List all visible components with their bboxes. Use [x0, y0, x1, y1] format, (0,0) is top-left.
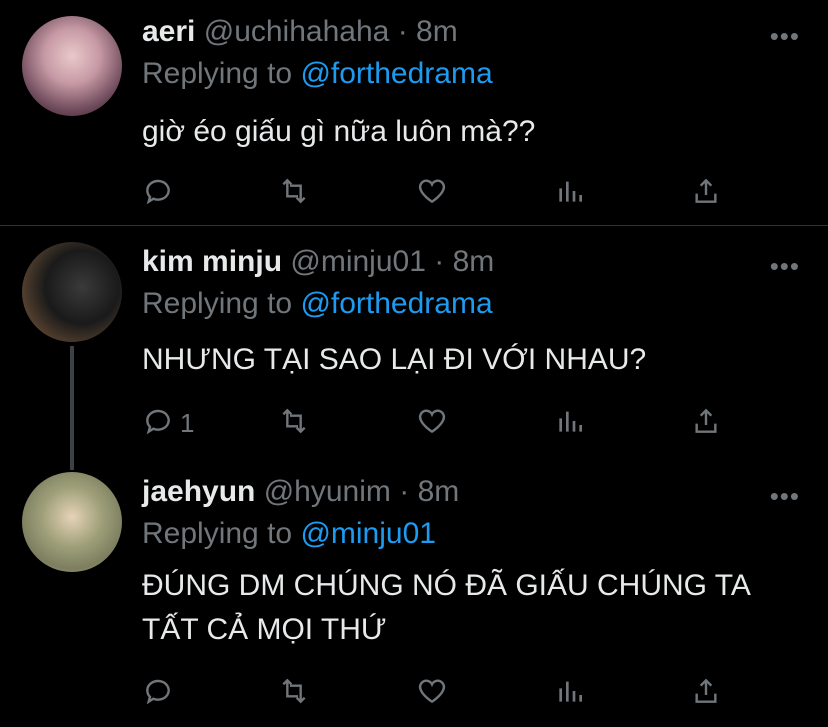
like-icon [416, 675, 448, 712]
reply-button[interactable] [142, 176, 180, 210]
tweet-2[interactable]: kim minju @minju01 · 8m ••• Replying to … [0, 226, 828, 456]
handle[interactable]: @minju01 [290, 245, 426, 278]
reply-button[interactable]: 1 [142, 406, 194, 440]
like-button[interactable] [416, 176, 448, 210]
replying-to: Replying to @forthedrama [142, 56, 493, 92]
more-options-icon[interactable]: ••• [770, 253, 800, 279]
share-button[interactable] [690, 406, 722, 440]
share-icon [690, 675, 722, 712]
share-button[interactable] [690, 176, 722, 210]
avatar[interactable] [22, 242, 122, 342]
tweet-text: NHƯNG TẠI SAO LẠI ĐI VỚI NHAU? [142, 343, 647, 376]
share-icon [690, 405, 722, 442]
retweet-button[interactable] [278, 176, 310, 210]
tweet-header: kim minju @minju01 · 8m [142, 244, 494, 280]
retweet-button[interactable] [278, 676, 310, 710]
separator: · [399, 475, 410, 508]
mention-link[interactable]: @forthedrama [300, 287, 492, 320]
reply-button[interactable] [142, 676, 180, 710]
handle[interactable]: @hyunim [264, 475, 391, 508]
reply-icon [142, 675, 174, 712]
timestamp[interactable]: 8m [453, 245, 495, 278]
display-name[interactable]: jaehyun [142, 475, 255, 508]
reply-count: 1 [180, 407, 195, 438]
display-name[interactable]: aeri [142, 15, 195, 48]
analytics-icon [554, 675, 586, 712]
retweet-icon [278, 175, 310, 212]
analytics-button[interactable] [554, 406, 586, 440]
timestamp[interactable]: 8m [418, 475, 460, 508]
retweet-icon [278, 675, 310, 712]
analytics-button[interactable] [554, 176, 586, 210]
reply-icon [142, 405, 174, 442]
replying-label: Replying to [142, 287, 293, 320]
tweet-actions: 1 [142, 406, 742, 440]
handle[interactable]: @uchihahaha [204, 15, 390, 48]
avatar[interactable] [22, 16, 122, 116]
like-icon [416, 405, 448, 442]
replying-to: Replying to @forthedrama [142, 286, 493, 322]
share-button[interactable] [690, 676, 722, 710]
tweet-3[interactable]: jaehyun @hyunim · 8m ••• Replying to @mi… [0, 456, 828, 727]
replying-to: Replying to @minju01 [142, 516, 436, 552]
analytics-icon [554, 175, 586, 212]
replying-label: Replying to [142, 57, 293, 90]
tweet-1[interactable]: aeri @uchihahaha · 8m ••• Replying to @f… [0, 0, 828, 225]
tweet-header: aeri @uchihahaha · 8m [142, 14, 458, 50]
avatar[interactable] [22, 472, 122, 572]
retweet-icon [278, 405, 310, 442]
analytics-icon [554, 405, 586, 442]
tweet-text: ĐÚNG DM CHÚNG NÓ ĐÃ GIẤU CHÚNG TA TẤT CẢ… [142, 569, 750, 646]
timestamp[interactable]: 8m [416, 15, 458, 48]
separator: · [397, 15, 408, 48]
display-name[interactable]: kim minju [142, 245, 282, 278]
share-icon [690, 175, 722, 212]
separator: · [434, 245, 445, 278]
mention-link[interactable]: @forthedrama [300, 57, 492, 90]
analytics-button[interactable] [554, 676, 586, 710]
more-options-icon[interactable]: ••• [770, 483, 800, 509]
tweet-actions [142, 676, 742, 710]
reply-icon [142, 175, 174, 212]
mention-link[interactable]: @minju01 [300, 517, 436, 550]
more-options-icon[interactable]: ••• [770, 23, 800, 49]
like-icon [416, 175, 448, 212]
like-button[interactable] [416, 406, 448, 440]
tweet-header: jaehyun @hyunim · 8m [142, 474, 459, 510]
tweet-text: giờ éo giấu gì nữa luôn mà?? [142, 115, 536, 148]
tweet-actions [142, 176, 742, 210]
replying-label: Replying to [142, 517, 293, 550]
retweet-button[interactable] [278, 406, 310, 440]
like-button[interactable] [416, 676, 448, 710]
